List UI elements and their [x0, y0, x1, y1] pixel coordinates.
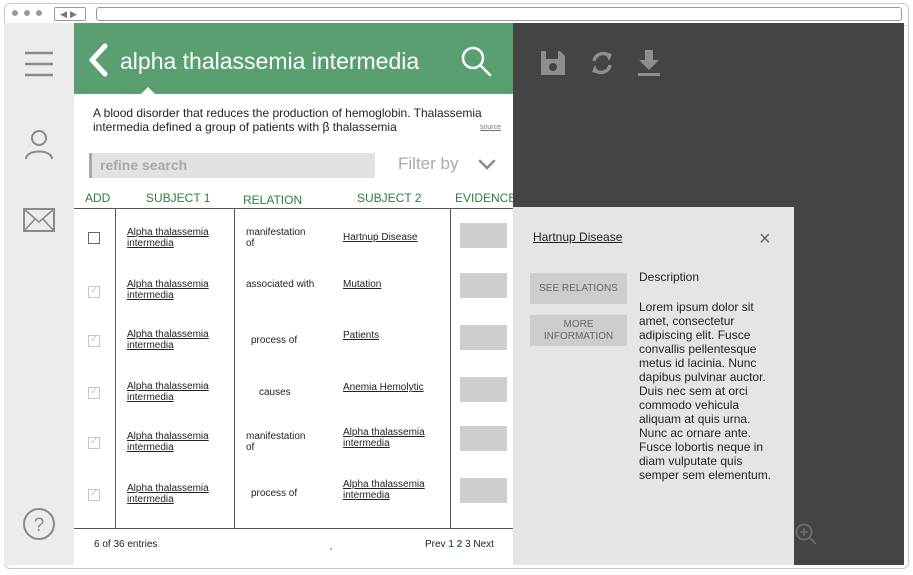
header-pointer [140, 87, 156, 95]
more-information-label: MORE [563, 319, 594, 330]
entries-count: 6 of 36 entries [94, 539, 158, 550]
search-icon[interactable] [460, 45, 492, 77]
relation-text: causes [259, 387, 291, 398]
pagination: Prev 1 2 3 Next [425, 539, 494, 550]
evidence-box[interactable] [460, 478, 507, 503]
pager-page-3[interactable]: 3 [465, 539, 471, 550]
subject1-link[interactable]: Alpha thalassemia intermedia [127, 279, 222, 301]
evidence-box[interactable] [460, 223, 507, 248]
evidence-box[interactable] [460, 426, 507, 451]
page-title: alpha thalassemia intermedia [120, 48, 420, 74]
subject2-link[interactable]: Anemia Hemolytic [343, 382, 443, 393]
sidebar: ? [4, 23, 74, 565]
table-row: Alpha thalassemia intermedia associated … [74, 264, 513, 315]
relation-text: manifestation of [246, 431, 306, 453]
table-row: Alpha thalassemia intermedia manifestati… [74, 213, 513, 264]
column-header-subject1[interactable]: SUBJECT 1 [146, 191, 210, 205]
back-icon[interactable] [86, 43, 110, 77]
pager-next[interactable]: Next [473, 539, 494, 550]
user-icon[interactable] [22, 127, 56, 161]
subject2-link[interactable]: Mutation [343, 279, 443, 290]
term-description: A blood disorder that reduces the produc… [93, 106, 482, 134]
close-icon[interactable]: × [759, 229, 771, 249]
subject1-link[interactable]: Alpha thalassemia intermedia [127, 227, 222, 249]
subject1-link[interactable]: Alpha thalassemia intermedia [127, 483, 222, 505]
add-checkbox[interactable] [88, 386, 100, 399]
refine-search-input[interactable]: refine search [89, 153, 375, 178]
table-row: Alpha thalassemia intermedia causes Anem… [74, 366, 513, 417]
refresh-icon[interactable] [588, 48, 616, 78]
chevron-down-icon[interactable] [478, 159, 496, 171]
scroll-indicator [330, 548, 332, 550]
pager-page-1[interactable]: 1 [448, 539, 454, 550]
table-footer-divider [74, 528, 513, 529]
detail-title[interactable]: Hartnup Disease [533, 230, 622, 244]
column-header-subject2[interactable]: SUBJECT 2 [357, 191, 421, 205]
subject1-link[interactable]: Alpha thalassemia intermedia [127, 431, 222, 453]
download-icon[interactable] [635, 48, 663, 78]
relation-text: associated with [246, 279, 315, 290]
address-bar[interactable] [96, 7, 902, 21]
detail-card: Hartnup Disease × SEE RELATIONS MORE INF… [513, 207, 794, 565]
column-header-add[interactable]: ADD [85, 191, 110, 205]
add-checkbox[interactable] [88, 436, 100, 449]
browser-nav-buttons[interactable]: ◀▶ [54, 7, 86, 21]
window-dot [24, 10, 30, 16]
subject2-link[interactable]: Hartnup Disease [343, 232, 443, 243]
subject2-link[interactable]: Patients [343, 330, 443, 341]
window-dot [36, 10, 42, 16]
column-header-relation[interactable]: RELATION [243, 193, 302, 207]
evidence-box[interactable] [460, 377, 507, 402]
subject1-link[interactable]: Alpha thalassemia intermedia [127, 329, 222, 351]
column-header-evidence[interactable]: EVIDENCE [455, 191, 516, 205]
mail-icon[interactable] [22, 207, 56, 233]
table-row: Alpha thalassemia intermedia manifestati… [74, 417, 513, 468]
see-relations-button[interactable]: SEE RELATIONS [530, 273, 627, 304]
help-icon[interactable]: ? [22, 507, 56, 541]
page-header: alpha thalassemia intermedia [74, 23, 513, 95]
table-header-divider [74, 208, 513, 209]
help-glyph: ? [34, 515, 45, 536]
pager-page-2[interactable]: 2 [457, 539, 463, 550]
table-row: Alpha thalassemia intermedia process of … [74, 468, 513, 519]
description-heading: Description [639, 270, 700, 284]
add-checkbox[interactable] [88, 488, 100, 501]
source-link[interactable]: source [480, 124, 501, 131]
subject2-link[interactable]: Alpha thalassemia intermedia [343, 427, 443, 449]
add-checkbox[interactable] [88, 285, 100, 298]
evidence-box[interactable] [460, 325, 507, 350]
more-information-label: INFORMATION [543, 331, 614, 342]
zoom-in-icon[interactable] [794, 522, 818, 546]
add-checkbox[interactable] [88, 232, 100, 244]
table-row: Alpha thalassemia intermedia process of … [74, 315, 513, 366]
relation-text: process of [251, 335, 298, 346]
relation-text: process of [251, 488, 298, 499]
subject1-link[interactable]: Alpha thalassemia intermedia [127, 381, 222, 403]
evidence-box[interactable] [460, 273, 507, 298]
description-body: Lorem ipsum dolor sit amet, consectetur … [639, 300, 772, 482]
pager-prev[interactable]: Prev [425, 539, 446, 550]
main-panel: alpha thalassemia intermedia A blood dis… [74, 23, 516, 565]
save-icon[interactable] [539, 48, 567, 78]
more-information-button[interactable]: MORE INFORMATION [530, 315, 627, 346]
window-dot [12, 10, 18, 16]
add-checkbox[interactable] [88, 334, 100, 347]
relation-text: manifestation of [246, 227, 306, 249]
subject2-link[interactable]: Alpha thalassemia intermedia [343, 479, 443, 501]
menu-icon[interactable] [22, 49, 56, 79]
filter-by-label[interactable]: Filter by [398, 154, 458, 174]
